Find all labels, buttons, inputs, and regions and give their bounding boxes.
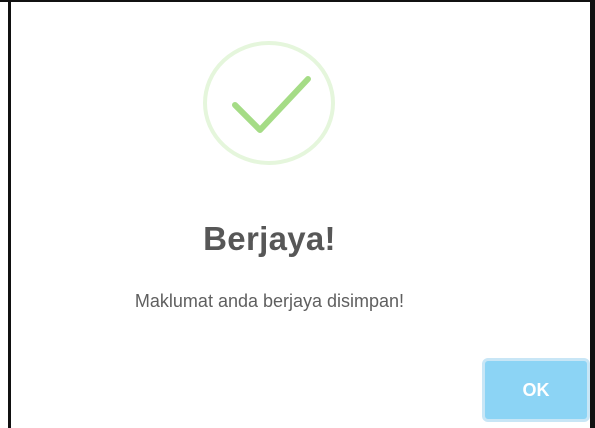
dialog-title: Berjaya! [203,220,336,257]
success-dialog: Berjaya! Maklumat anda berjaya disimpan!… [11,2,590,428]
window-edge-right [590,0,595,428]
dialog-message: Maklumat anda berjaya disimpan! [134,291,405,311]
screenshot-frame: Berjaya! Maklumat anda berjaya disimpan!… [0,0,595,428]
check-circle-icon [202,40,336,166]
ok-button[interactable]: OK [482,358,590,422]
